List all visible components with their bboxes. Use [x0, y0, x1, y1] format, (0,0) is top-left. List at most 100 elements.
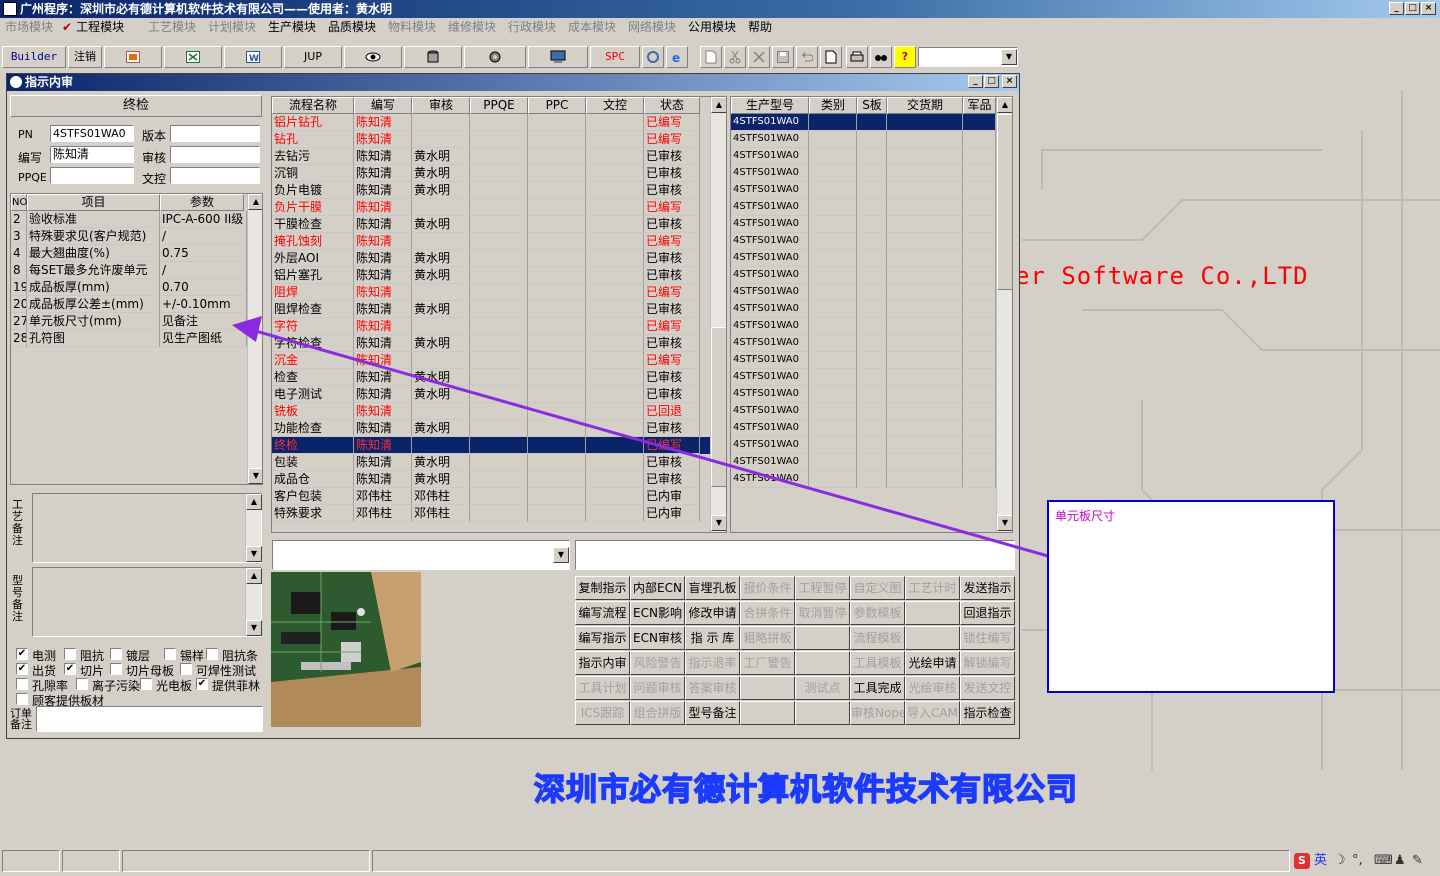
child-close-button[interactable]: × — [1002, 75, 1017, 88]
minimize-button[interactable]: _ — [1389, 2, 1404, 15]
gear-icon[interactable] — [464, 46, 526, 68]
process-row[interactable]: 客户包装 邓伟柱 邓伟柱 已内审 — [272, 488, 710, 505]
undo-icon[interactable] — [796, 46, 818, 68]
action-button[interactable]: 答案审核 — [685, 676, 740, 700]
action-button[interactable]: 型号备注 — [685, 701, 740, 725]
process-row[interactable]: 沉铜 陈知清 黄水明 已审核 — [272, 165, 710, 182]
menu-8[interactable]: 行政模块 — [508, 18, 556, 36]
action-button[interactable]: 修改申请 — [685, 601, 740, 625]
action-button[interactable]: 问题审核 — [630, 676, 685, 700]
action-button[interactable]: 解锁编写 — [960, 651, 1015, 675]
computer-icon[interactable] — [528, 46, 588, 68]
action-button[interactable]: 盲埋孔板 — [685, 576, 740, 600]
process-row[interactable]: 负片电镀 陈知清 黄水明 已审核 — [272, 182, 710, 199]
scroll-up-icon[interactable]: ▲ — [711, 97, 726, 113]
process-combo[interactable]: ▼ — [272, 540, 570, 570]
checkbox-3[interactable] — [164, 648, 176, 660]
process-header-cell[interactable]: PPQE — [470, 97, 528, 114]
scroll-up-icon[interactable]: ▲ — [248, 194, 262, 210]
model-note-scrollbar[interactable]: ▲ ▼ — [245, 568, 262, 636]
scroll-down-icon[interactable]: ▼ — [246, 546, 262, 562]
ppt-icon[interactable] — [104, 46, 162, 68]
models-row[interactable]: 4STFS01WA0 — [731, 386, 996, 403]
new-file-icon[interactable] — [700, 46, 722, 68]
action-button[interactable]: 指 示 库 — [685, 626, 740, 650]
menu-1[interactable]: ✔ 工程模块 — [62, 18, 124, 36]
checkbox-6[interactable]: ✔ — [64, 663, 76, 675]
process-row[interactable]: 外层AOI 陈知清 黄水明 已审核 — [272, 250, 710, 267]
toolbar-combo[interactable]: ▼ — [918, 47, 1018, 67]
process-row[interactable]: 铝片钻孔 陈知清 已编写 — [272, 114, 710, 131]
action-button[interactable]: 光绘申请 — [905, 651, 960, 675]
action-button[interactable] — [795, 701, 850, 725]
print-icon[interactable] — [846, 46, 868, 68]
scroll-down-icon[interactable]: ▼ — [711, 515, 726, 531]
process-row[interactable]: 字符 陈知清 已编写 — [272, 318, 710, 335]
delete-icon[interactable] — [748, 46, 770, 68]
process-row[interactable]: 成品仓 陈知清 黄水明 已审核 — [272, 471, 710, 488]
editor-field[interactable]: 陈知清 — [50, 146, 134, 163]
ppqe-field[interactable] — [50, 167, 134, 184]
preview-icon[interactable] — [820, 46, 842, 68]
content-field[interactable] — [575, 540, 1015, 570]
action-button[interactable]: 指示检查 — [960, 701, 1015, 725]
checkbox-8[interactable] — [180, 663, 192, 675]
checkbox-12[interactable]: ✔ — [196, 678, 208, 690]
action-button[interactable]: 工具模板 — [850, 651, 905, 675]
action-button[interactable]: 发送指示 — [960, 576, 1015, 600]
review-field[interactable] — [170, 146, 260, 163]
process-row[interactable]: 功能检查 陈知清 黄水明 已审核 — [272, 420, 710, 437]
craft-note-field[interactable]: ▲ ▼ — [32, 493, 262, 563]
action-button[interactable]: 编写流程 — [575, 601, 630, 625]
action-button[interactable]: 导入CAM — [905, 701, 960, 725]
action-button[interactable]: ECN影响 — [630, 601, 685, 625]
chevron-down-icon[interactable]: ▼ — [553, 547, 569, 563]
database-icon[interactable] — [404, 46, 462, 68]
child-minimize-button[interactable]: _ — [968, 75, 983, 88]
models-row[interactable]: 4STFS01WA0 — [731, 233, 996, 250]
menu-10[interactable]: 网络模块 — [628, 18, 676, 36]
scroll-up-icon[interactable]: ▲ — [246, 568, 262, 584]
keyboard-icon[interactable]: ⌨ — [1374, 851, 1393, 871]
menu-5[interactable]: 品质模块 — [328, 18, 376, 36]
action-button[interactable]: 审核Nope — [850, 701, 905, 725]
action-button[interactable]: 参数模板 — [850, 601, 905, 625]
action-button[interactable]: 发送文控 — [960, 676, 1015, 700]
models-header-cell[interactable]: 生产型号 — [731, 97, 809, 114]
process-row[interactable]: 掩孔蚀刻 陈知清 已编写 — [272, 233, 710, 250]
models-row[interactable]: 4STFS01WA0 — [731, 250, 996, 267]
menu-2[interactable]: 工艺模块 — [148, 18, 196, 36]
excel-icon[interactable] — [164, 46, 222, 68]
menu-12[interactable]: 帮助 — [748, 18, 772, 36]
checkbox-10[interactable] — [76, 678, 88, 690]
help-icon[interactable]: ? — [894, 46, 916, 68]
action-button[interactable] — [740, 701, 795, 725]
process-row[interactable]: 干膜检查 陈知清 黄水明 已审核 — [272, 216, 710, 233]
checkbox-1[interactable] — [64, 648, 76, 660]
params-row[interactable]: 4 最大翘曲度(%) 0.75 — [11, 245, 247, 262]
process-row[interactable]: 字符检查 陈知清 黄水明 已审核 — [272, 335, 710, 352]
action-button[interactable]: 工程暂停 — [795, 576, 850, 600]
params-scrollbar[interactable]: ▲ ▼ — [247, 194, 262, 484]
builder-button[interactable]: Builder — [2, 46, 66, 68]
process-row[interactable]: 包装 陈知清 黄水明 已审核 — [272, 454, 710, 471]
cut-icon[interactable] — [724, 46, 746, 68]
action-button[interactable]: 锁住编写 — [960, 626, 1015, 650]
checkbox-9[interactable] — [16, 678, 28, 690]
save-icon[interactable] — [772, 46, 794, 68]
models-scroll-thumb[interactable] — [997, 114, 1012, 290]
action-button[interactable]: 流程模板 — [850, 626, 905, 650]
punctuation-icon[interactable]: °, — [1352, 851, 1363, 871]
process-header-cell[interactable]: 文控 — [586, 97, 644, 114]
process-row[interactable]: 检查 陈知清 黄水明 已审核 — [272, 369, 710, 386]
action-button[interactable]: 合拼条件 — [740, 601, 795, 625]
menu-7[interactable]: 维修模块 — [448, 18, 496, 36]
process-row[interactable]: 去钻污 陈知清 黄水明 已审核 — [272, 148, 710, 165]
models-row[interactable]: 4STFS01WA0 — [731, 267, 996, 284]
action-button[interactable]: 测试点 — [795, 676, 850, 700]
action-button[interactable]: 取消暂停 — [795, 601, 850, 625]
scroll-up-icon[interactable]: ▲ — [997, 97, 1012, 113]
checkbox-5[interactable]: ✔ — [16, 663, 28, 675]
params-row[interactable]: 27 单元板尺寸(mm) 见备注 — [11, 313, 247, 330]
action-button[interactable]: 编写指示 — [575, 626, 630, 650]
